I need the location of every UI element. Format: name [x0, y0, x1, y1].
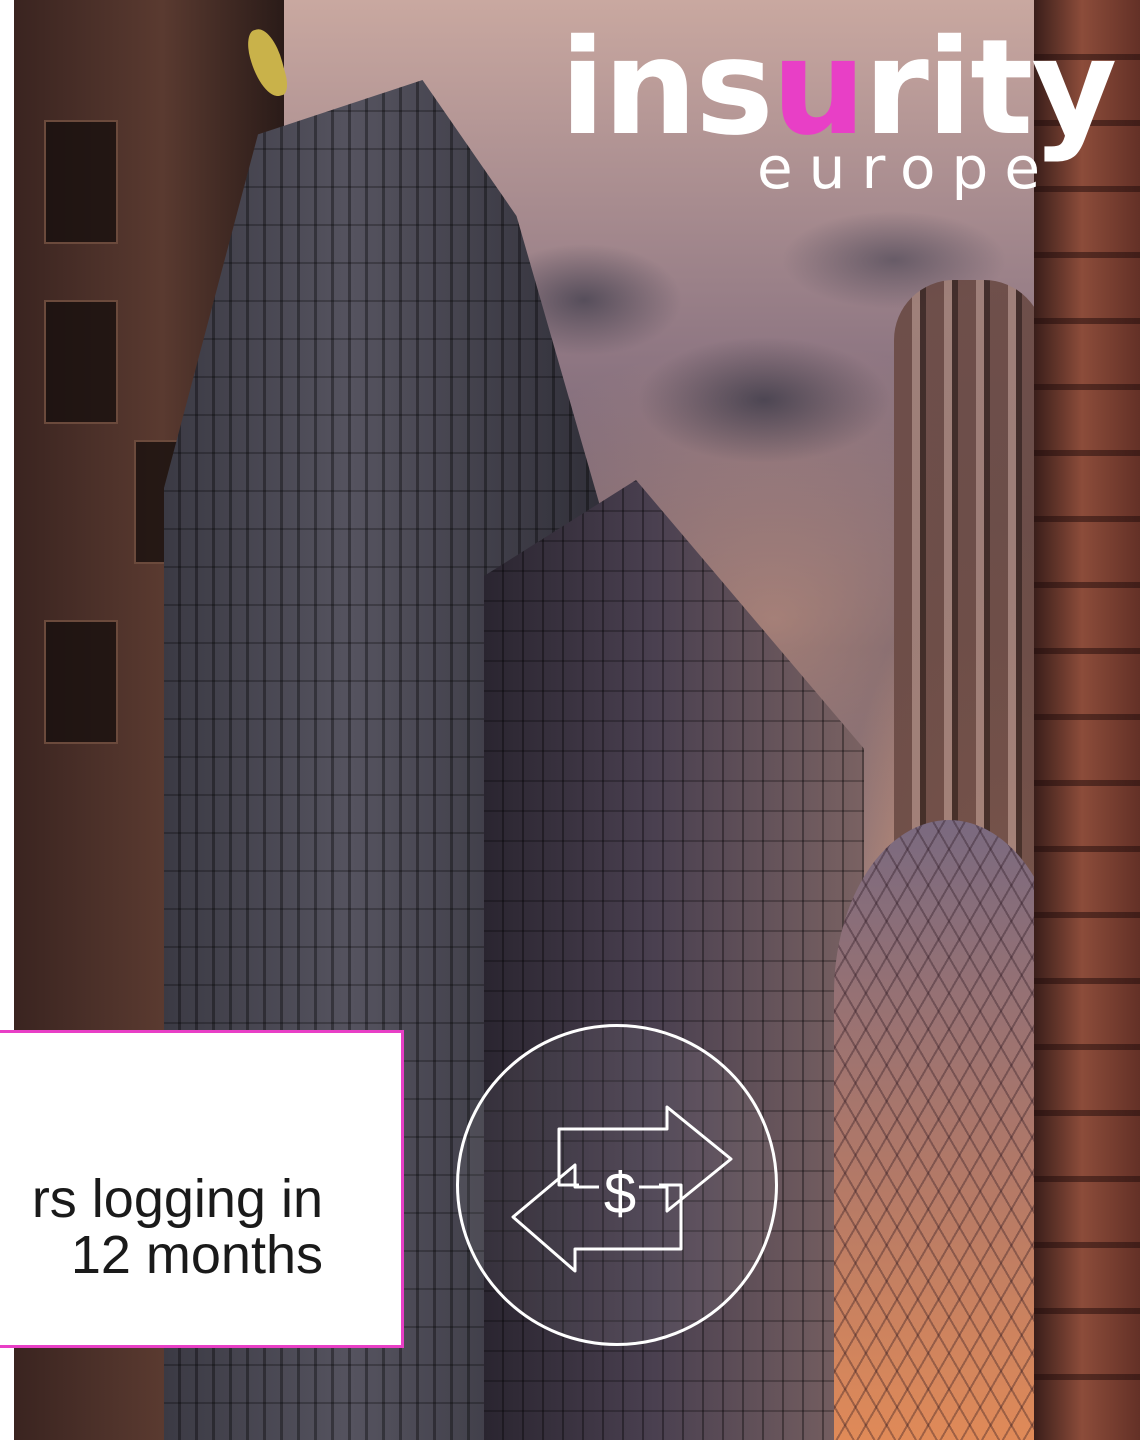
currency-exchange-icon: $	[456, 1024, 778, 1346]
statistic-text: rs logging in 12 months	[0, 1171, 323, 1283]
insurity-europe-logo: insurity europe	[560, 18, 1117, 202]
exchange-arrows-icon: $	[511, 1105, 733, 1273]
statistic-line-2: 12 months	[70, 1225, 323, 1285]
dollar-symbol: $	[604, 1161, 636, 1226]
statistic-card: rs logging in 12 months	[0, 1030, 404, 1348]
building-right	[1034, 0, 1140, 1440]
statistic-line-1: rs logging in	[31, 1169, 323, 1229]
gherkin-tower	[834, 820, 1064, 1440]
